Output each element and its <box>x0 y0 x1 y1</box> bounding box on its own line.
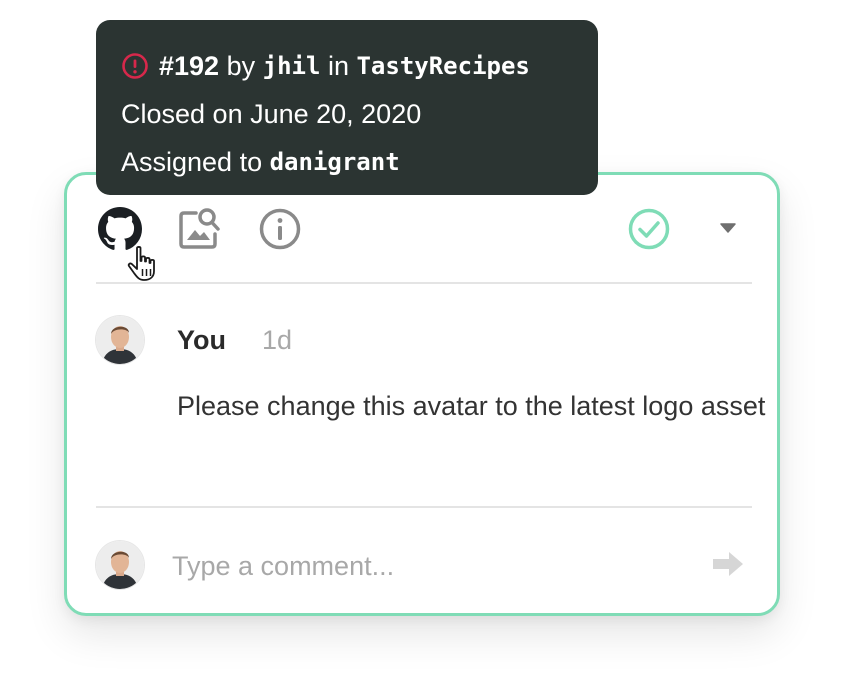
repo-name: TastyRecipes <box>356 52 530 80</box>
comment-input[interactable] <box>170 543 694 589</box>
composer-avatar <box>96 541 144 589</box>
check-circle-icon[interactable] <box>627 207 671 251</box>
comment-text: Please change this avatar to the latest … <box>177 391 766 421</box>
comment-divider <box>96 506 752 508</box>
issue-tooltip: #192 by jhil in TastyRecipes Closed on J… <box>96 20 598 195</box>
comment-time: 1d <box>262 325 293 355</box>
tooltip-issue-line: #192 by jhil in TastyRecipes <box>121 42 598 90</box>
assignee-name: danigrant <box>269 148 400 176</box>
avatar-image <box>96 541 144 589</box>
issue-closed-icon <box>122 53 148 79</box>
image-search-icon[interactable] <box>178 206 222 250</box>
send-arrow-icon[interactable] <box>711 550 745 578</box>
assigned-prefix: Assigned to <box>121 147 263 177</box>
comment-avatar <box>96 316 144 364</box>
caret-down-icon[interactable] <box>719 222 737 234</box>
avatar-image <box>96 316 144 364</box>
issue-author: jhil <box>262 52 321 80</box>
tooltip-closed-line: Closed on June 20, 2020 <box>121 99 422 129</box>
issue-number: #192 <box>159 51 220 81</box>
toolbar-divider <box>96 282 752 284</box>
tooltip-assigned-line: Assigned to danigrant <box>121 138 598 186</box>
in-word: in <box>327 51 349 81</box>
comment-author: You <box>177 325 226 355</box>
info-icon[interactable] <box>258 207 302 251</box>
by-word: by <box>226 51 256 81</box>
hand-cursor-icon <box>127 246 155 281</box>
